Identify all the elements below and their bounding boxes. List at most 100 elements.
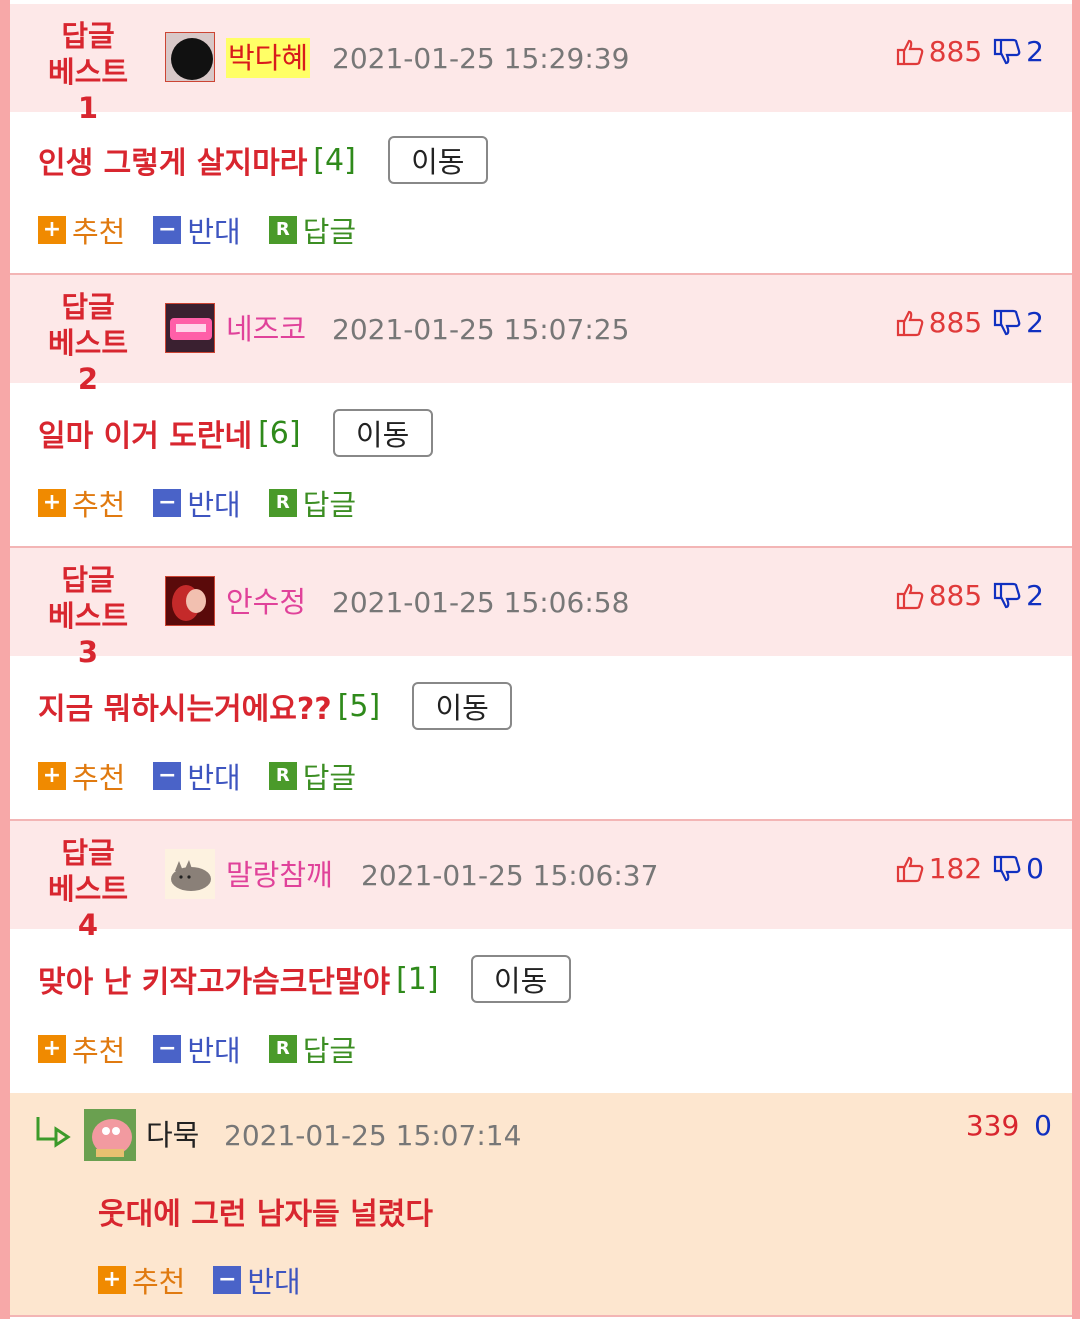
thumbs-up-icon — [896, 583, 924, 610]
oppose-button[interactable]: − 반대 — [213, 1259, 301, 1301]
move-button[interactable]: 이동 — [412, 682, 513, 730]
reply-label: 답글 — [302, 1034, 357, 1068]
oppose-button[interactable]: − 반대 — [153, 755, 241, 797]
comment-header: 답글 베스트4 말랑참깨 2021-01-25 15:06:37 182 0 — [10, 821, 1072, 942]
oppose-label: 반대 — [187, 488, 241, 522]
reply-icon: R — [268, 216, 297, 244]
plus-icon: + — [38, 489, 66, 517]
oppose-button[interactable]: − 반대 — [153, 1028, 241, 1070]
badge-line1: 답글 — [61, 836, 115, 870]
badge-line1: 답글 — [61, 19, 115, 53]
post-date: 2021-01-25 15:07:14 — [224, 1119, 522, 1152]
oppose-button[interactable]: − 반대 — [153, 209, 241, 251]
downvote-count: 2 — [1026, 35, 1044, 68]
minus-icon: − — [153, 1035, 182, 1063]
cartoon-avatar-icon — [84, 1109, 136, 1161]
reply-label: 답글 — [302, 215, 357, 249]
reply-label: 답글 — [302, 488, 357, 522]
best-badge: 답글 베스트3 — [38, 562, 138, 670]
recommend-label: 추천 — [132, 1265, 186, 1299]
upvote-count: 885 — [928, 579, 983, 612]
move-button[interactable]: 이동 — [470, 955, 571, 1003]
reply-count: [1] — [396, 961, 439, 997]
comment-title[interactable]: 맞아 난 키작고가슴크단말야 — [38, 957, 390, 1001]
oppose-label: 반대 — [187, 761, 241, 795]
avatar[interactable] — [165, 32, 215, 82]
recommend-button[interactable]: + 추천 — [38, 209, 125, 251]
reply-icon: R — [268, 1035, 297, 1063]
comment-title[interactable]: 지금 뭐하시는거에요?? — [38, 684, 332, 728]
comment-body: 지금 뭐하시는거에요?? [5] 이동 — [38, 680, 513, 732]
vote-summary: 182 0 — [895, 851, 1044, 887]
author-nick[interactable]: 다묵 — [146, 1115, 199, 1155]
recommend-label: 추천 — [72, 215, 126, 249]
post-date: 2021-01-25 15:07:25 — [332, 313, 630, 346]
move-button[interactable]: 이동 — [387, 136, 488, 184]
recommend-label: 추천 — [72, 761, 126, 795]
oppose-button[interactable]: − 반대 — [153, 482, 241, 524]
upvote-count: 339 — [965, 1109, 1020, 1142]
reply-button[interactable]: R 답글 — [268, 755, 357, 797]
author-nick[interactable]: 박다혜 — [226, 38, 311, 78]
badge-line2: 베스트3 — [47, 599, 129, 669]
plus-icon: + — [38, 762, 66, 790]
recommend-button[interactable]: + 추천 — [98, 1259, 185, 1301]
best-comment-1: 답글 베스트1 박다혜 2021-01-25 15:29:39 885 2 인생… — [10, 0, 1072, 273]
reply-arrow-icon — [36, 1117, 71, 1148]
comment-actions: + 추천 − 반대 R 답글 — [38, 210, 356, 250]
reply-button[interactable]: R 답글 — [268, 482, 357, 524]
cat-avatar-icon — [165, 849, 215, 899]
reply-button[interactable]: R 답글 — [268, 1028, 357, 1070]
pink-avatar-icon — [166, 304, 214, 352]
thumbs-down-icon — [994, 38, 1021, 65]
upvote-count: 885 — [928, 35, 983, 68]
best-comment-4: 답글 베스트4 말랑참깨 2021-01-25 15:06:37 182 0 맞… — [10, 821, 1072, 1092]
badge-line2: 베스트1 — [47, 55, 129, 125]
thumbs-down-icon — [994, 309, 1021, 336]
downvote-count: 0 — [1026, 852, 1044, 885]
oppose-label: 반대 — [187, 1034, 241, 1068]
avatar[interactable] — [84, 1109, 136, 1161]
reply-button[interactable]: R 답글 — [268, 209, 357, 251]
comment-header: 답글 베스트2 네즈코 2021-01-25 15:07:25 885 2 — [10, 275, 1072, 396]
recommend-button[interactable]: + 추천 — [38, 755, 125, 797]
divider — [10, 1315, 1072, 1317]
reply-icon: R — [268, 489, 297, 517]
badge-line2: 베스트2 — [47, 326, 129, 396]
recommend-label: 추천 — [72, 1034, 126, 1068]
plus-icon: + — [98, 1266, 126, 1294]
avatar[interactable] — [165, 849, 215, 899]
comment-actions: + 추천 − 반대 R 답글 — [38, 1029, 356, 1069]
upvote-count: 182 — [928, 852, 983, 885]
red-avatar-icon — [166, 577, 214, 625]
reply-label: 답글 — [302, 761, 357, 795]
comment-title[interactable]: 일마 이거 도란네 — [38, 411, 252, 455]
oppose-label: 반대 — [187, 215, 241, 249]
comment-body: 맞아 난 키작고가슴크단말야 [1] 이동 — [38, 953, 571, 1005]
thumbs-up-icon — [896, 310, 924, 337]
post-date: 2021-01-25 15:06:58 — [332, 586, 630, 619]
badge-line1: 답글 — [61, 563, 115, 597]
reply-count: [4] — [313, 142, 356, 178]
best-badge: 답글 베스트2 — [38, 289, 138, 397]
comment-title[interactable]: 인생 그렇게 살지마라 — [38, 138, 307, 182]
recommend-label: 추천 — [72, 488, 126, 522]
reply-count: [6] — [258, 415, 301, 451]
reply-count: [5] — [337, 688, 381, 724]
dark-avatar-icon — [166, 33, 214, 81]
avatar[interactable] — [165, 303, 215, 353]
downvote-count: 0 — [1034, 1109, 1052, 1142]
author-nick[interactable]: 안수정 — [226, 582, 306, 622]
author-nick[interactable]: 말랑참깨 — [226, 855, 333, 895]
avatar[interactable] — [165, 576, 215, 626]
comment-list: 답글 베스트1 박다혜 2021-01-25 15:29:39 885 2 인생… — [10, 0, 1072, 1319]
move-button[interactable]: 이동 — [332, 409, 433, 457]
recommend-button[interactable]: + 추천 — [38, 1028, 125, 1070]
author-nick[interactable]: 네즈코 — [226, 309, 306, 349]
downvote-count: 2 — [1026, 579, 1044, 612]
post-date: 2021-01-25 15:06:37 — [361, 859, 659, 892]
minus-icon: − — [153, 216, 182, 244]
recommend-button[interactable]: + 추천 — [38, 482, 125, 524]
comment-header: 답글 베스트1 박다혜 2021-01-25 15:29:39 885 2 — [10, 4, 1072, 125]
comment-header: 답글 베스트3 안수정 2021-01-25 15:06:58 885 2 — [10, 548, 1072, 669]
